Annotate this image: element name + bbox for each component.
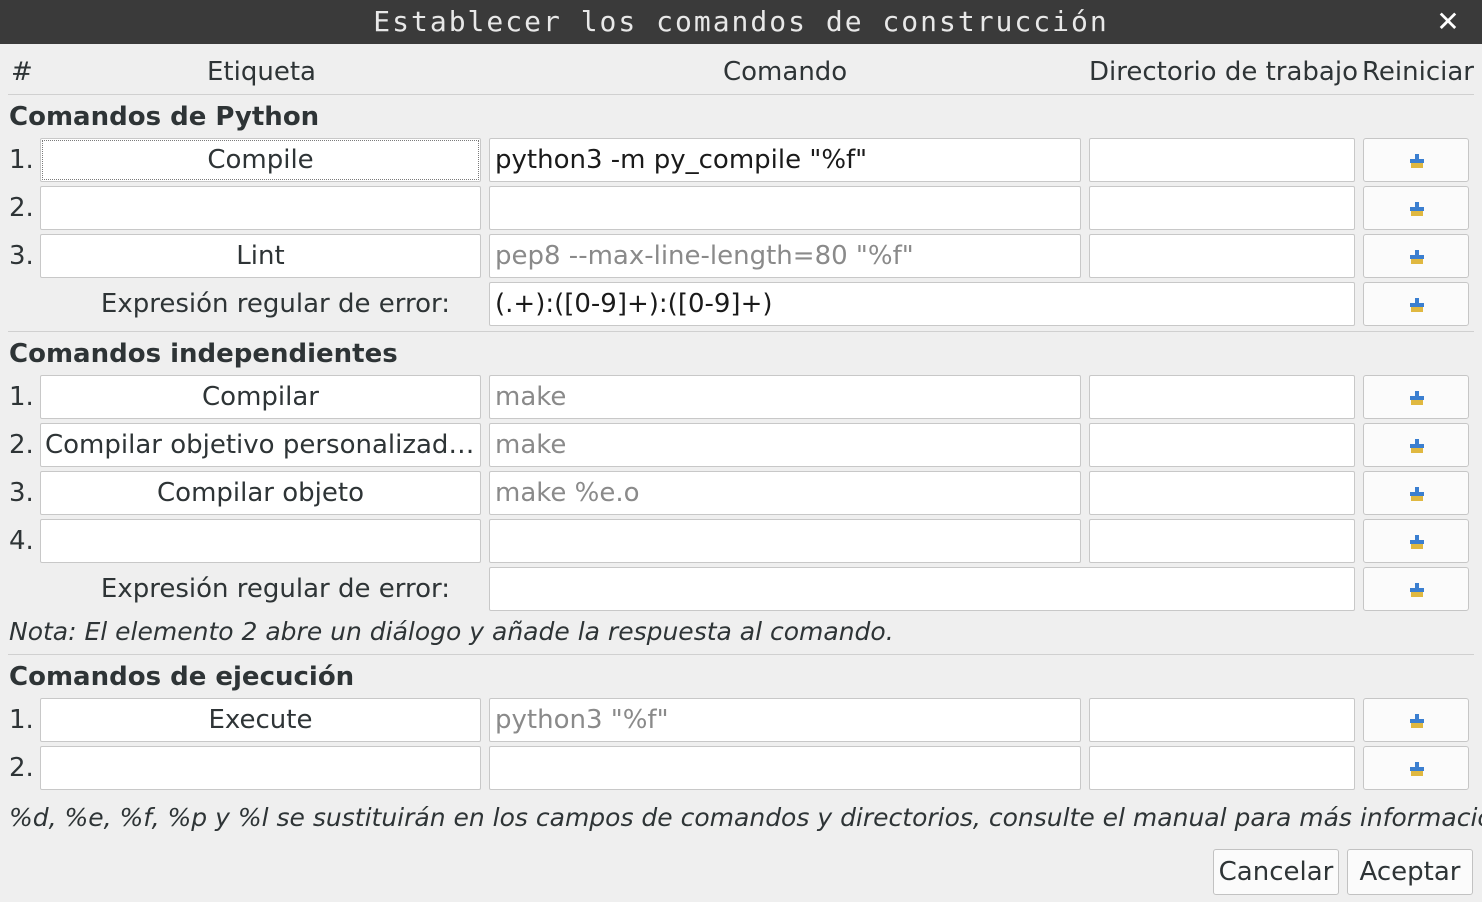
accept-button[interactable]: Aceptar (1347, 849, 1473, 895)
column-header-num: # (11, 57, 33, 87)
workdir-field-independent-2[interactable] (1089, 423, 1355, 467)
reset-button-independent-3[interactable] (1363, 471, 1469, 515)
reset-button-execute-2[interactable] (1363, 746, 1469, 790)
edit-clear-icon (1410, 391, 1424, 405)
workdir-field-execute-2[interactable] (1089, 746, 1355, 790)
command-field-python-3[interactable]: pep8 --max-line-length=80 "%f" (489, 234, 1081, 278)
error-regex-label: Expresión regular de error: (100, 289, 450, 319)
edit-clear-icon (1410, 250, 1424, 264)
reset-button-execute-1[interactable] (1363, 698, 1469, 742)
reset-button-independent-4[interactable] (1363, 519, 1469, 563)
command-field-execute-2[interactable] (489, 746, 1081, 790)
edit-clear-icon (1410, 298, 1424, 312)
column-header-command: Comando (723, 57, 848, 87)
edit-clear-icon (1410, 535, 1424, 549)
edit-clear-icon (1410, 714, 1424, 728)
separator (8, 331, 1474, 332)
row-number: 4. (9, 526, 34, 556)
column-header-reset: Reiniciar (1362, 57, 1474, 87)
substitution-note: %d, %e, %f, %p y %l se sustituirán en lo… (9, 803, 1482, 832)
title-bar: Establecer los comandos de construcción … (0, 0, 1482, 44)
command-field-independent-2[interactable]: make (489, 423, 1081, 467)
error-regex-label: Expresión regular de error: (100, 574, 450, 604)
row-number: 1. (9, 705, 34, 735)
reset-button-python-3[interactable] (1363, 234, 1469, 278)
row-number: 2. (9, 430, 34, 460)
reset-button-independent-regex[interactable] (1363, 567, 1469, 611)
workdir-field-python-1[interactable] (1089, 138, 1355, 182)
separator (8, 654, 1474, 655)
error-regex-field-independent[interactable] (489, 567, 1355, 611)
command-field-python-2[interactable] (489, 186, 1081, 230)
command-field-independent-3[interactable]: make %e.o (489, 471, 1081, 515)
edit-clear-icon (1410, 762, 1424, 776)
row-number: 2. (9, 753, 34, 783)
column-header-label: Etiqueta (207, 57, 316, 87)
edit-clear-icon (1410, 202, 1424, 216)
row-number: 1. (9, 382, 34, 412)
row-number: 3. (9, 241, 34, 271)
independent-note: Nota: El elemento 2 abre un diálogo y añ… (9, 617, 894, 646)
column-header-workdir: Directorio de trabajo (1089, 57, 1358, 87)
reset-button-python-1[interactable] (1363, 138, 1469, 182)
workdir-field-python-3[interactable] (1089, 234, 1355, 278)
reset-button-python-2[interactable] (1363, 186, 1469, 230)
edit-clear-icon (1410, 154, 1424, 168)
edit-clear-icon (1410, 583, 1424, 597)
command-field-independent-4[interactable] (489, 519, 1081, 563)
command-field-python-1[interactable]: python3 -m py_compile "%f" (489, 138, 1081, 182)
label-field-python-2[interactable] (40, 186, 481, 230)
label-field-python-1[interactable]: Compile (40, 138, 481, 182)
window-title: Establecer los comandos de construcción (373, 5, 1109, 38)
workdir-field-execute-1[interactable] (1089, 698, 1355, 742)
label-field-independent-2[interactable]: Compilar objetivo personalizado... (40, 423, 481, 467)
workdir-field-independent-1[interactable] (1089, 375, 1355, 419)
label-field-independent-3[interactable]: Compilar objeto (40, 471, 481, 515)
label-field-independent-4[interactable] (40, 519, 481, 563)
reset-button-python-regex[interactable] (1363, 282, 1469, 326)
error-regex-field-python[interactable]: (.+):([0-9]+):([0-9]+) (489, 282, 1355, 326)
reset-button-independent-2[interactable] (1363, 423, 1469, 467)
cancel-button[interactable]: Cancelar (1213, 849, 1339, 895)
section-title-independent: Comandos independientes (9, 339, 398, 369)
label-field-python-3[interactable]: Lint (40, 234, 481, 278)
workdir-field-python-2[interactable] (1089, 186, 1355, 230)
section-title-execute: Comandos de ejecución (9, 662, 355, 692)
label-field-execute-2[interactable] (40, 746, 481, 790)
command-field-execute-1[interactable]: python3 "%f" (489, 698, 1081, 742)
reset-button-independent-1[interactable] (1363, 375, 1469, 419)
edit-clear-icon (1410, 487, 1424, 501)
edit-clear-icon (1410, 439, 1424, 453)
row-number: 2. (9, 193, 34, 223)
section-title-python: Comandos de Python (9, 102, 320, 132)
separator (8, 94, 1474, 95)
label-field-execute-1[interactable]: Execute (40, 698, 481, 742)
label-field-independent-1[interactable]: Compilar (40, 375, 481, 419)
close-icon[interactable]: ✕ (1432, 6, 1464, 38)
row-number: 3. (9, 478, 34, 508)
workdir-field-independent-4[interactable] (1089, 519, 1355, 563)
command-field-independent-1[interactable]: make (489, 375, 1081, 419)
workdir-field-independent-3[interactable] (1089, 471, 1355, 515)
row-number: 1. (9, 145, 34, 175)
